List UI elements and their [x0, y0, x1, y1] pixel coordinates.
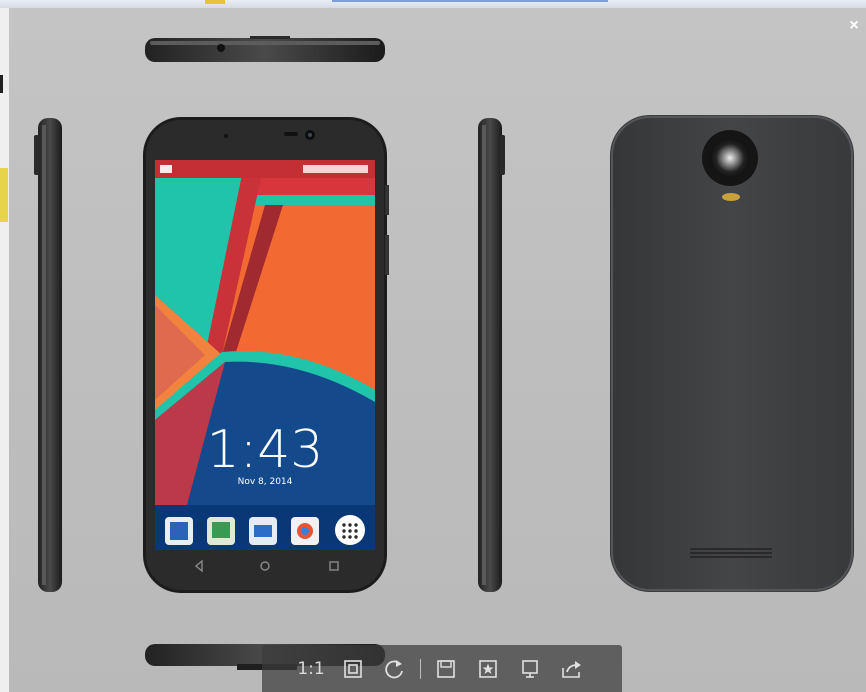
- phone-left-side: [34, 118, 62, 592]
- speaker-grille-icon: [690, 548, 772, 558]
- toolbar-separator: [420, 658, 421, 679]
- favorite-button[interactable]: [467, 651, 509, 687]
- viewer-toolbar: 1:1: [262, 645, 622, 692]
- background-window-edge: [0, 8, 9, 692]
- rotate-icon: [385, 659, 403, 678]
- close-button[interactable]: ×: [846, 18, 862, 34]
- phone-right-side: [478, 118, 505, 592]
- actual-size-button[interactable]: 1:1: [290, 651, 332, 687]
- share-button[interactable]: [551, 651, 593, 687]
- fit-window-button[interactable]: [332, 651, 374, 687]
- save-icon: [437, 659, 455, 678]
- phone-top-edge: [145, 36, 385, 62]
- phone-product-image: 1:43 Nov 8, 2014: [34, 36, 854, 670]
- lockscreen-date: Nov 8, 2014: [238, 477, 293, 487]
- slideshow-button[interactable]: [509, 651, 551, 687]
- phone-back: [610, 115, 854, 592]
- phone-front: 1:43 Nov 8, 2014: [143, 117, 389, 593]
- fit-window-icon: [344, 659, 362, 678]
- background-window-strip: [0, 0, 866, 8]
- phone-screen: [155, 160, 375, 550]
- lockscreen-time: 1:43: [207, 420, 324, 480]
- share-icon: [562, 660, 581, 678]
- star-icon: [479, 659, 497, 678]
- save-button[interactable]: [425, 651, 467, 687]
- image-viewer: 1:43 Nov 8, 2014 ×: [9, 8, 866, 692]
- monitor-icon: [522, 659, 538, 678]
- actual-size-label: 1:1: [297, 658, 325, 679]
- rotate-button[interactable]: [374, 651, 416, 687]
- flash-icon: [722, 193, 740, 201]
